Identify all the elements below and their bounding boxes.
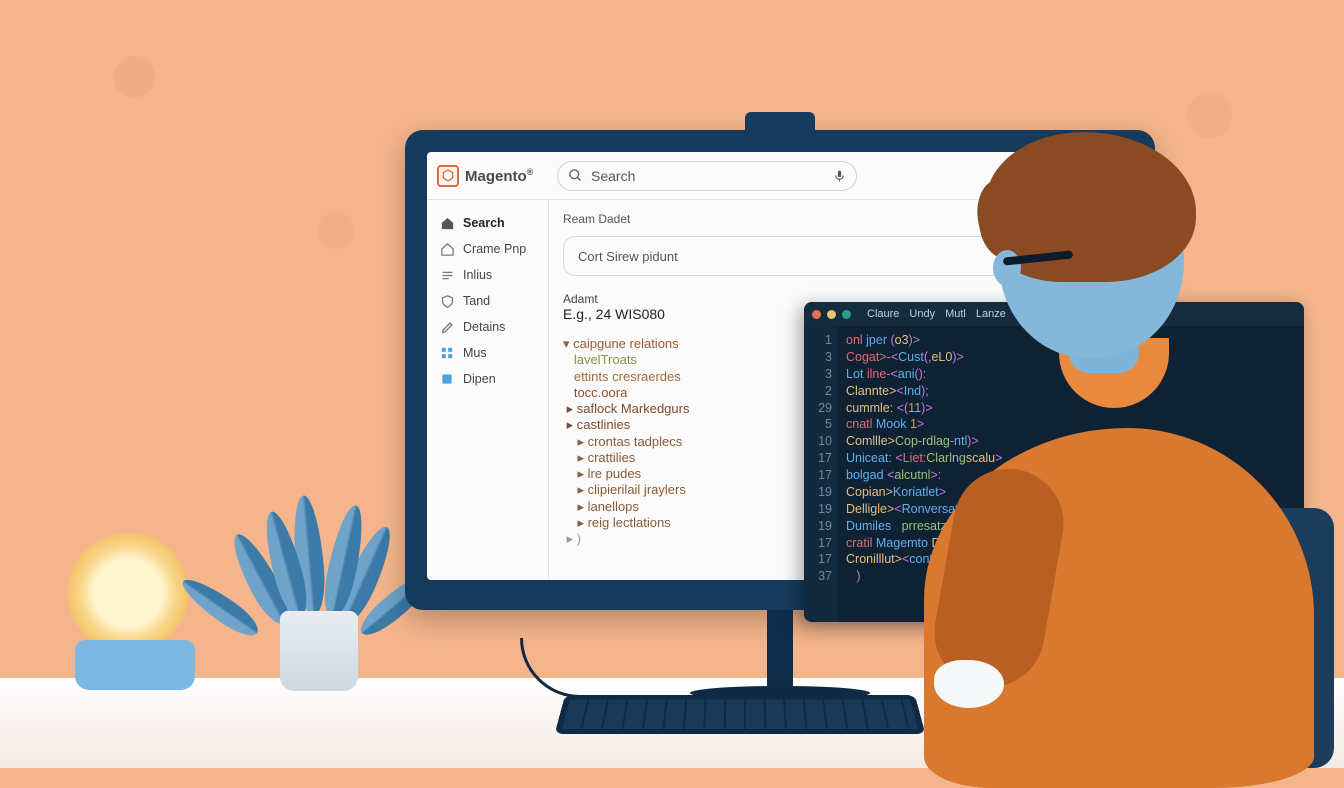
sidebar-item-detains[interactable]: Detains bbox=[427, 314, 548, 340]
line-number: 1 bbox=[804, 332, 832, 349]
line-number: 29 bbox=[804, 400, 832, 417]
search-input[interactable]: Search bbox=[557, 161, 857, 191]
search-placeholder: Search bbox=[591, 168, 825, 184]
sidebar-item-inlius[interactable]: Inlius bbox=[427, 262, 548, 288]
lines-icon bbox=[439, 267, 455, 283]
sidebar-item-label: Mus bbox=[463, 346, 487, 361]
line-number: 5 bbox=[804, 416, 832, 433]
pencil-icon bbox=[439, 319, 455, 335]
sidebar-item-search[interactable]: Search bbox=[427, 210, 548, 236]
line-number: 19 bbox=[804, 518, 832, 535]
home-icon bbox=[439, 215, 455, 231]
line-number: 19 bbox=[804, 501, 832, 518]
line-number: 3 bbox=[804, 349, 832, 366]
home-outline-icon bbox=[439, 241, 455, 257]
sidebar-item-tand[interactable]: Tand bbox=[427, 288, 548, 314]
plant bbox=[230, 413, 400, 673]
sidebar-item-label: Crame Pnp bbox=[463, 242, 526, 257]
sidebar: Search Crame Pnp Inlius Tand Detains Mus Dipen bbox=[427, 200, 549, 580]
brand-reg: ® bbox=[527, 167, 534, 177]
sidebar-item-mus[interactable]: Mus bbox=[427, 340, 548, 366]
desk-lamp-base bbox=[75, 640, 195, 690]
sidebar-item-label: Inlius bbox=[463, 268, 492, 283]
brand: ⬡ Magento® bbox=[437, 165, 547, 187]
line-number: 17 bbox=[804, 551, 832, 568]
line-number: 17 bbox=[804, 535, 832, 552]
sidebar-item-label: Search bbox=[463, 216, 505, 231]
minimize-icon[interactable] bbox=[827, 310, 836, 319]
sidebar-item-crame-pnp[interactable]: Crame Pnp bbox=[427, 236, 548, 262]
shield-icon bbox=[439, 293, 455, 309]
grid-icon bbox=[439, 345, 455, 361]
sidebar-item-dipen[interactable]: Dipen bbox=[427, 366, 548, 392]
mic-icon[interactable] bbox=[833, 168, 846, 184]
line-number: 17 bbox=[804, 467, 832, 484]
line-number: 17 bbox=[804, 450, 832, 467]
developer-illustration bbox=[884, 268, 1304, 768]
line-number: 19 bbox=[804, 484, 832, 501]
line-number: 3 bbox=[804, 366, 832, 383]
primary-input-text: Cort Sirew pidunt bbox=[578, 249, 678, 264]
close-icon[interactable] bbox=[812, 310, 821, 319]
line-number: 2 bbox=[804, 383, 832, 400]
sidebar-item-label: Tand bbox=[463, 294, 490, 309]
sidebar-item-label: Dipen bbox=[463, 372, 496, 387]
brand-name: Magento bbox=[465, 168, 527, 185]
desk-lamp-glow bbox=[68, 533, 188, 653]
sidebar-item-label: Detains bbox=[463, 320, 505, 335]
maximize-icon[interactable] bbox=[842, 310, 851, 319]
box-icon bbox=[439, 371, 455, 387]
keyboard bbox=[555, 695, 926, 734]
line-gutter: 1332295101717191919171737 bbox=[804, 326, 838, 622]
line-number: 10 bbox=[804, 433, 832, 450]
line-number: 37 bbox=[804, 568, 832, 585]
magento-logo-icon: ⬡ bbox=[437, 165, 459, 187]
search-icon bbox=[568, 168, 583, 183]
